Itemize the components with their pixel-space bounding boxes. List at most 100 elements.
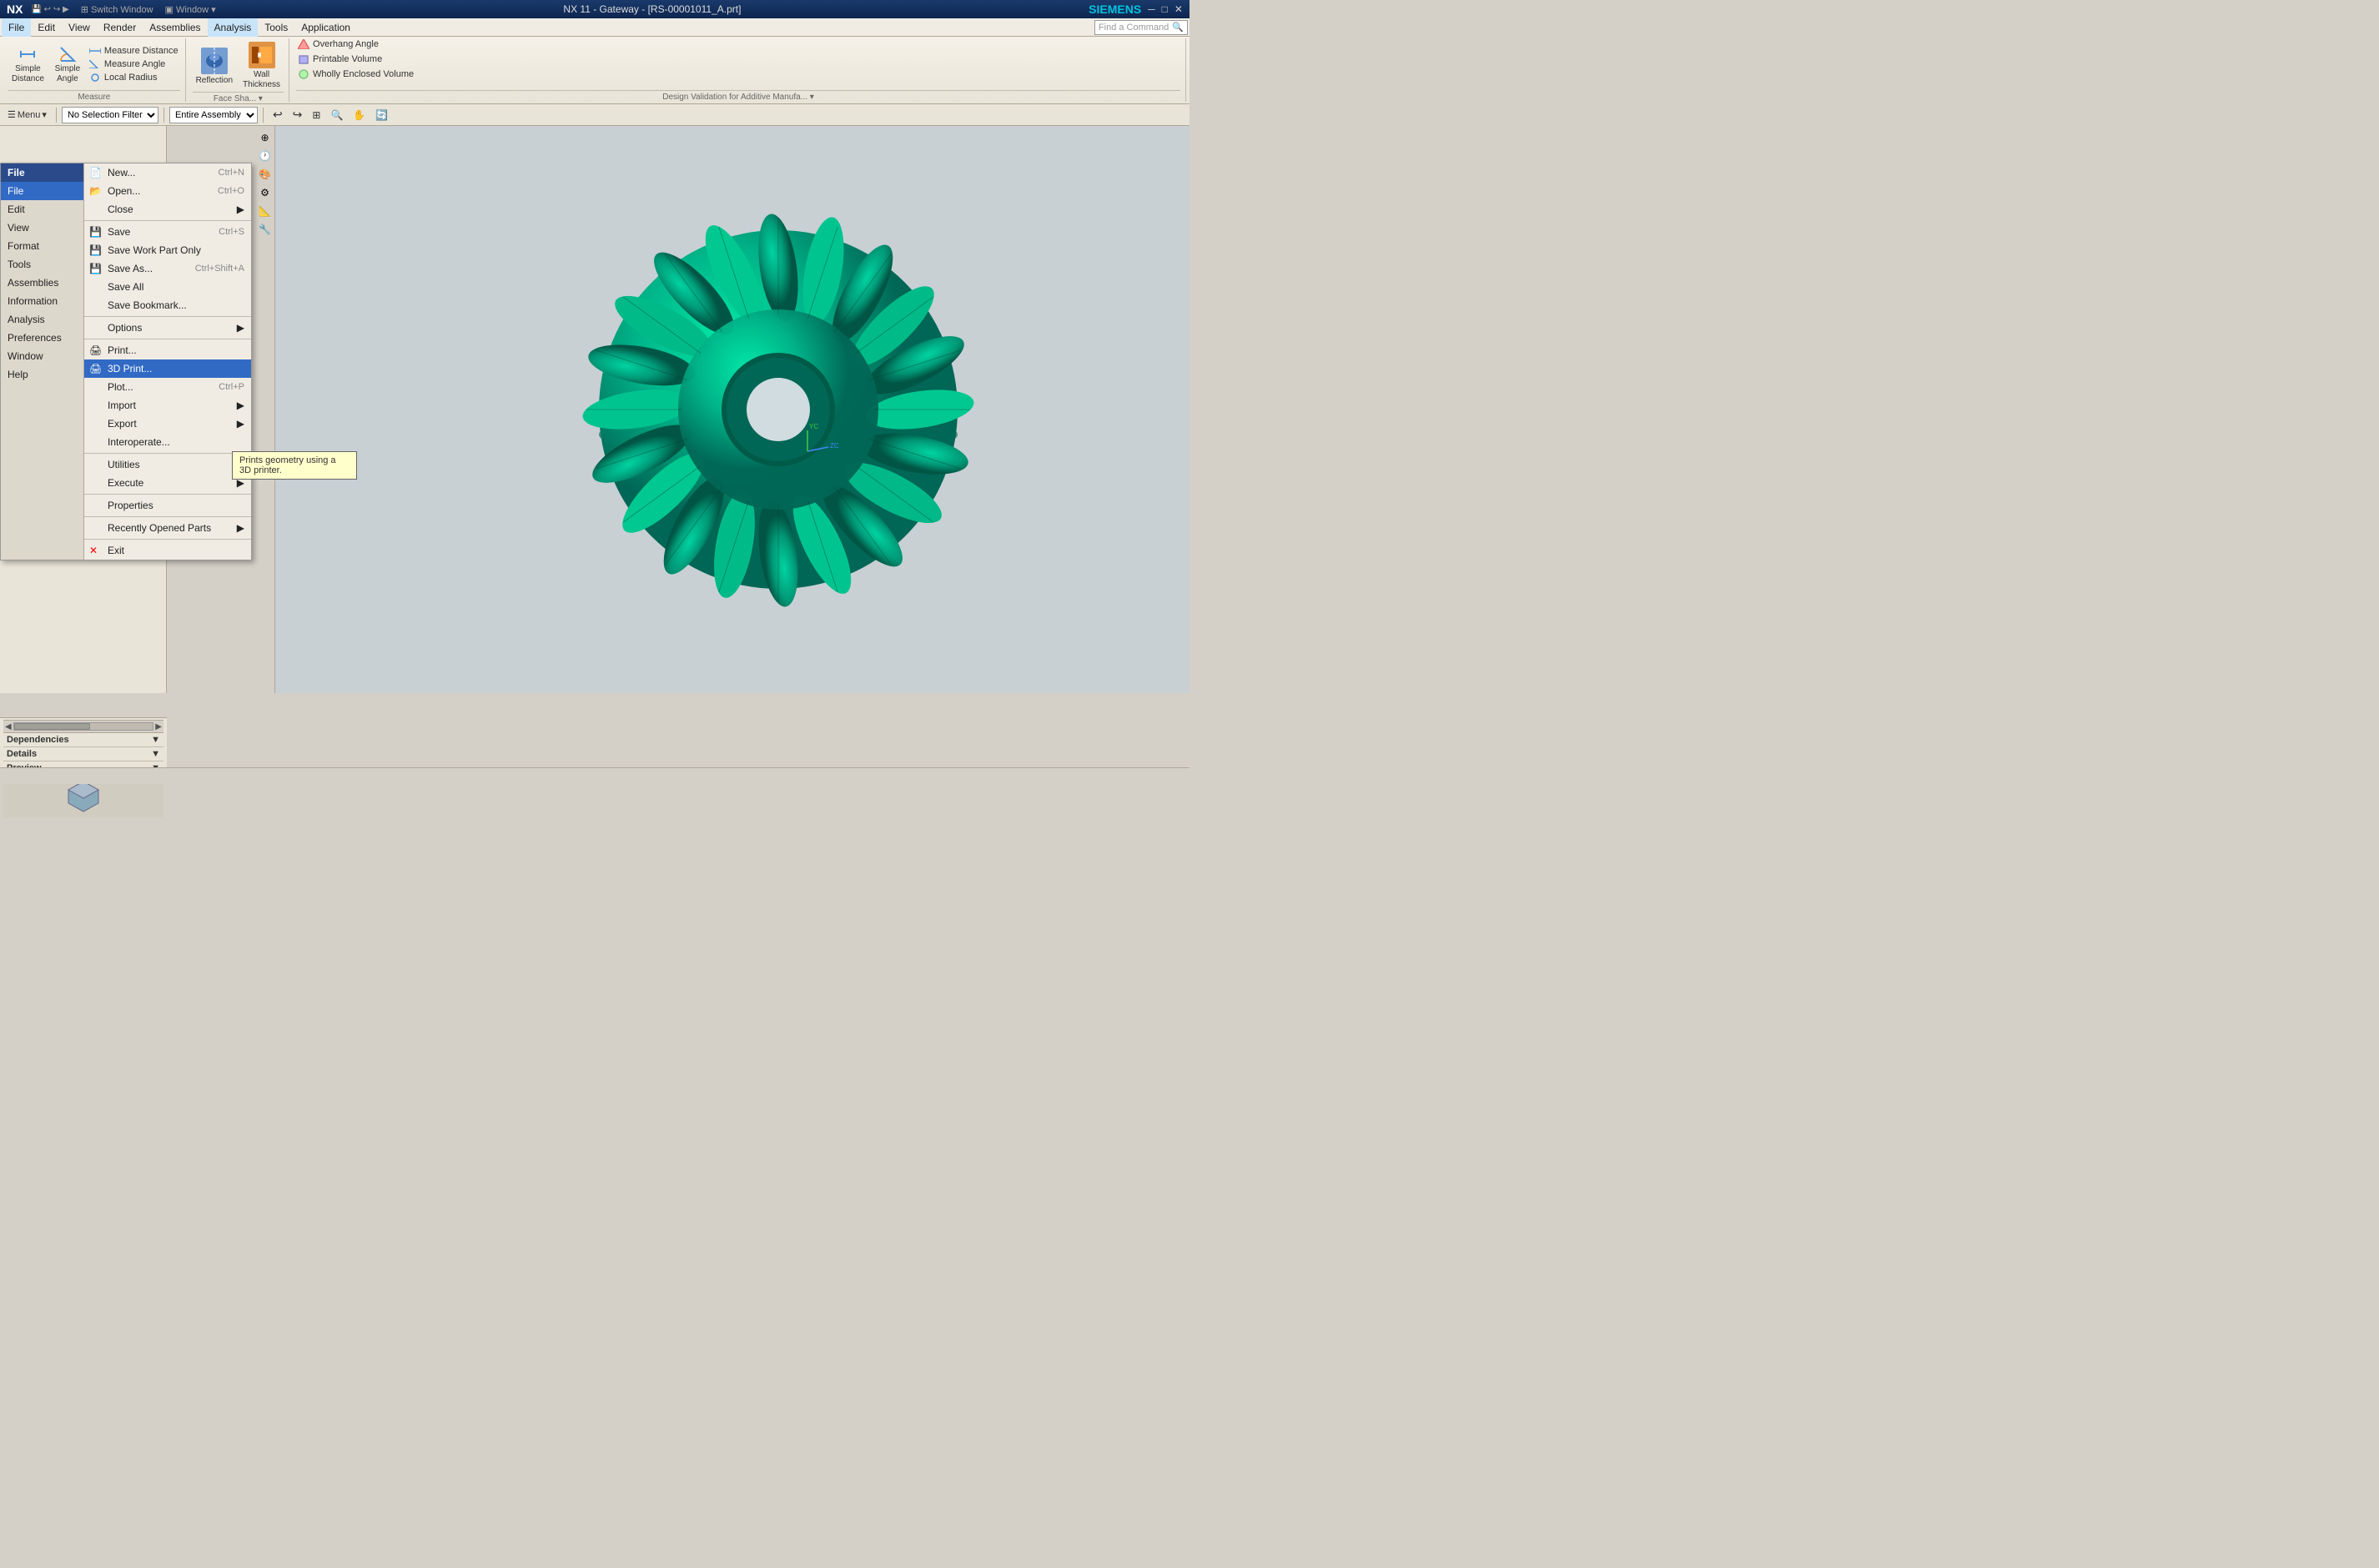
toolbar-select-all[interactable]: ⊞ (308, 107, 324, 123)
menu-interoperate[interactable]: Interoperate... (84, 433, 251, 451)
menu-close[interactable]: Close ▶ (84, 200, 251, 219)
window-minimize[interactable]: ─ (1148, 3, 1155, 15)
sidebar-icon-4[interactable]: ⚙ (257, 184, 274, 201)
menu-sep-1 (84, 220, 251, 221)
left-menu-analysis[interactable]: Analysis (1, 310, 83, 329)
switch-window-btn[interactable]: ⊞ Switch Window (81, 4, 153, 15)
menu-dropdown-btn[interactable]: ☰ Menu ▾ (3, 107, 51, 123)
brand-label: SIEMENS (1089, 3, 1141, 16)
left-menu-information[interactable]: Information (1, 292, 83, 310)
toolbar-undo[interactable]: ↩ (269, 105, 287, 124)
title-bar-title: NX 11 - Gateway - [RS-00001011_A.prt] (563, 3, 741, 15)
menu-recently-opened[interactable]: Recently Opened Parts ▶ (84, 519, 251, 537)
toolbar-redo[interactable]: ↪ (289, 105, 307, 124)
save-as-icon: 💾 (89, 263, 102, 274)
toolbar-rotate[interactable]: 🔄 (371, 107, 392, 123)
sidebar-icon-3[interactable]: 🎨 (257, 166, 274, 183)
menu-application[interactable]: Application (294, 18, 357, 37)
measure-distance-btn[interactable]: Measure Distance (88, 45, 180, 57)
wall-thickness-btn[interactable]: WallThickness (239, 38, 284, 92)
file-menu-left: File File Edit View Format Tools Assembl… (1, 163, 84, 560)
menu-plot[interactable]: Plot... Ctrl+P (84, 378, 251, 396)
simple-distance-btn[interactable]: SimpleDistance (8, 43, 48, 86)
menu-save-bookmark[interactable]: Save Bookmark... (84, 296, 251, 314)
left-menu-assemblies[interactable]: Assemblies (1, 274, 83, 292)
menu-export[interactable]: Export ▶ (84, 415, 251, 433)
sidebar-icon-2[interactable]: 🕐 (257, 148, 274, 164)
menu-properties[interactable]: Properties (84, 496, 251, 515)
open-icon: 📂 (89, 185, 102, 197)
window-close[interactable]: ✕ (1174, 3, 1183, 15)
sidebar-icon-1[interactable]: ⊕ (257, 129, 274, 146)
canvas-area[interactable]: ZC YC (275, 126, 1190, 693)
selection-filter-select[interactable]: No Selection Filter All Features Faces (62, 107, 158, 123)
scroll-right[interactable]: ▶ (155, 722, 162, 731)
reflection-btn[interactable]: Reflection (193, 44, 236, 87)
window-btn[interactable]: ▣ Window ▾ (165, 4, 216, 15)
menu-options[interactable]: Options ▶ (84, 319, 251, 337)
left-menu-help[interactable]: Help (1, 365, 83, 384)
toolbar-zoom[interactable]: 🔍 (326, 107, 347, 123)
menu-view[interactable]: View (62, 18, 97, 37)
ribbon-group-face: Reflection WallThickness (188, 38, 289, 102)
menu-assemblies[interactable]: Assemblies (143, 18, 207, 37)
menu-print[interactable]: 🖨 Print... (84, 341, 251, 359)
left-menu-preferences[interactable]: Preferences (1, 329, 83, 347)
menu-execute[interactable]: Execute ▶ (84, 474, 251, 492)
measure-small-group: Measure Distance Measure Angle Local Rad… (88, 45, 180, 83)
toolbar-pan[interactable]: ✋ (349, 107, 370, 123)
printable-volume-btn[interactable]: Printable Volume (296, 53, 384, 65)
face-group-label: Face Sha... ▾ (193, 92, 284, 103)
measure-group-label: Measure (8, 90, 180, 102)
file-menu-popup: File File Edit View Format Tools Assembl… (0, 163, 252, 560)
ribbon-simple-items: SimpleDistance SimpleAngle Measure Dista… (8, 38, 180, 90)
left-menu-edit[interactable]: Edit (1, 200, 83, 219)
window-maximize[interactable]: □ (1162, 3, 1168, 15)
toolbar-sep-2 (163, 108, 164, 123)
details-section[interactable]: Details ▼ (3, 747, 163, 761)
menu-utilities[interactable]: Utilities ▶ (84, 455, 251, 474)
measure-angle-btn[interactable]: Measure Angle (88, 58, 180, 70)
menu-analysis[interactable]: Analysis (208, 18, 259, 37)
scrollbar-area[interactable]: ◀ ▶ (3, 720, 163, 733)
menu-3d-print[interactable]: 🖨 3D Print... (84, 359, 251, 378)
left-sidebar: ⊕ 🕐 🎨 ⚙ 📐 🔧 (255, 126, 275, 693)
left-menu-view[interactable]: View (1, 219, 83, 237)
simple-angle-btn[interactable]: SimpleAngle (51, 43, 84, 86)
menu-sep-4 (84, 453, 251, 454)
save-icon: 💾 (89, 226, 102, 238)
title-bar: NX 💾 ↩ ↪ ▶ ⊞ Switch Window ▣ Window ▾ NX… (0, 0, 1190, 18)
left-menu-file[interactable]: File (1, 182, 83, 200)
sidebar-icon-5[interactable]: 📐 (257, 203, 274, 219)
menu-edit[interactable]: Edit (31, 18, 62, 37)
left-menu-window[interactable]: Window (1, 347, 83, 365)
menu-exit[interactable]: ✕ Exit (84, 541, 251, 560)
wholly-enclosed-btn[interactable]: Wholly Enclosed Volume (296, 68, 415, 80)
menu-file[interactable]: File (2, 18, 31, 37)
menu-sep-2 (84, 316, 251, 317)
scroll-left[interactable]: ◀ (5, 722, 12, 731)
menu-import[interactable]: Import ▶ (84, 396, 251, 415)
find-command-input[interactable]: Find a Command 🔍 (1094, 20, 1188, 35)
reflection-icon (199, 46, 229, 76)
overhang-angle-btn[interactable]: Overhang Angle (296, 38, 380, 50)
assembly-select[interactable]: Entire Assembly Work Part Only (169, 107, 258, 123)
local-radius-btn[interactable]: Local Radius (88, 72, 180, 83)
menu-save[interactable]: 💾 Save Ctrl+S (84, 223, 251, 241)
menu-tools[interactable]: Tools (258, 18, 294, 37)
menu-render[interactable]: Render (97, 18, 143, 37)
svg-text:YC: YC (809, 423, 818, 430)
left-menu-tools[interactable]: Tools (1, 255, 83, 274)
menu-save-as[interactable]: 💾 Save As... Ctrl+Shift+A (84, 259, 251, 278)
left-menu-format[interactable]: Format (1, 237, 83, 255)
scrollbar-thumb[interactable] (14, 723, 91, 730)
scrollbar-track[interactable] (13, 722, 154, 731)
sidebar-icon-6[interactable]: 🔧 (257, 221, 274, 238)
menu-save-all[interactable]: Save All (84, 278, 251, 296)
ribbon-content: SimpleDistance SimpleAngle Measure Dista… (0, 37, 1190, 103)
menu-new[interactable]: 📄 New... Ctrl+N (84, 163, 251, 182)
gear-3d-model: ZC YC (461, 151, 1095, 668)
menu-save-work-part[interactable]: 💾 Save Work Part Only (84, 241, 251, 259)
menu-open[interactable]: 📂 Open... Ctrl+O (84, 182, 251, 200)
dependencies-section[interactable]: Dependencies ▼ (3, 733, 163, 747)
